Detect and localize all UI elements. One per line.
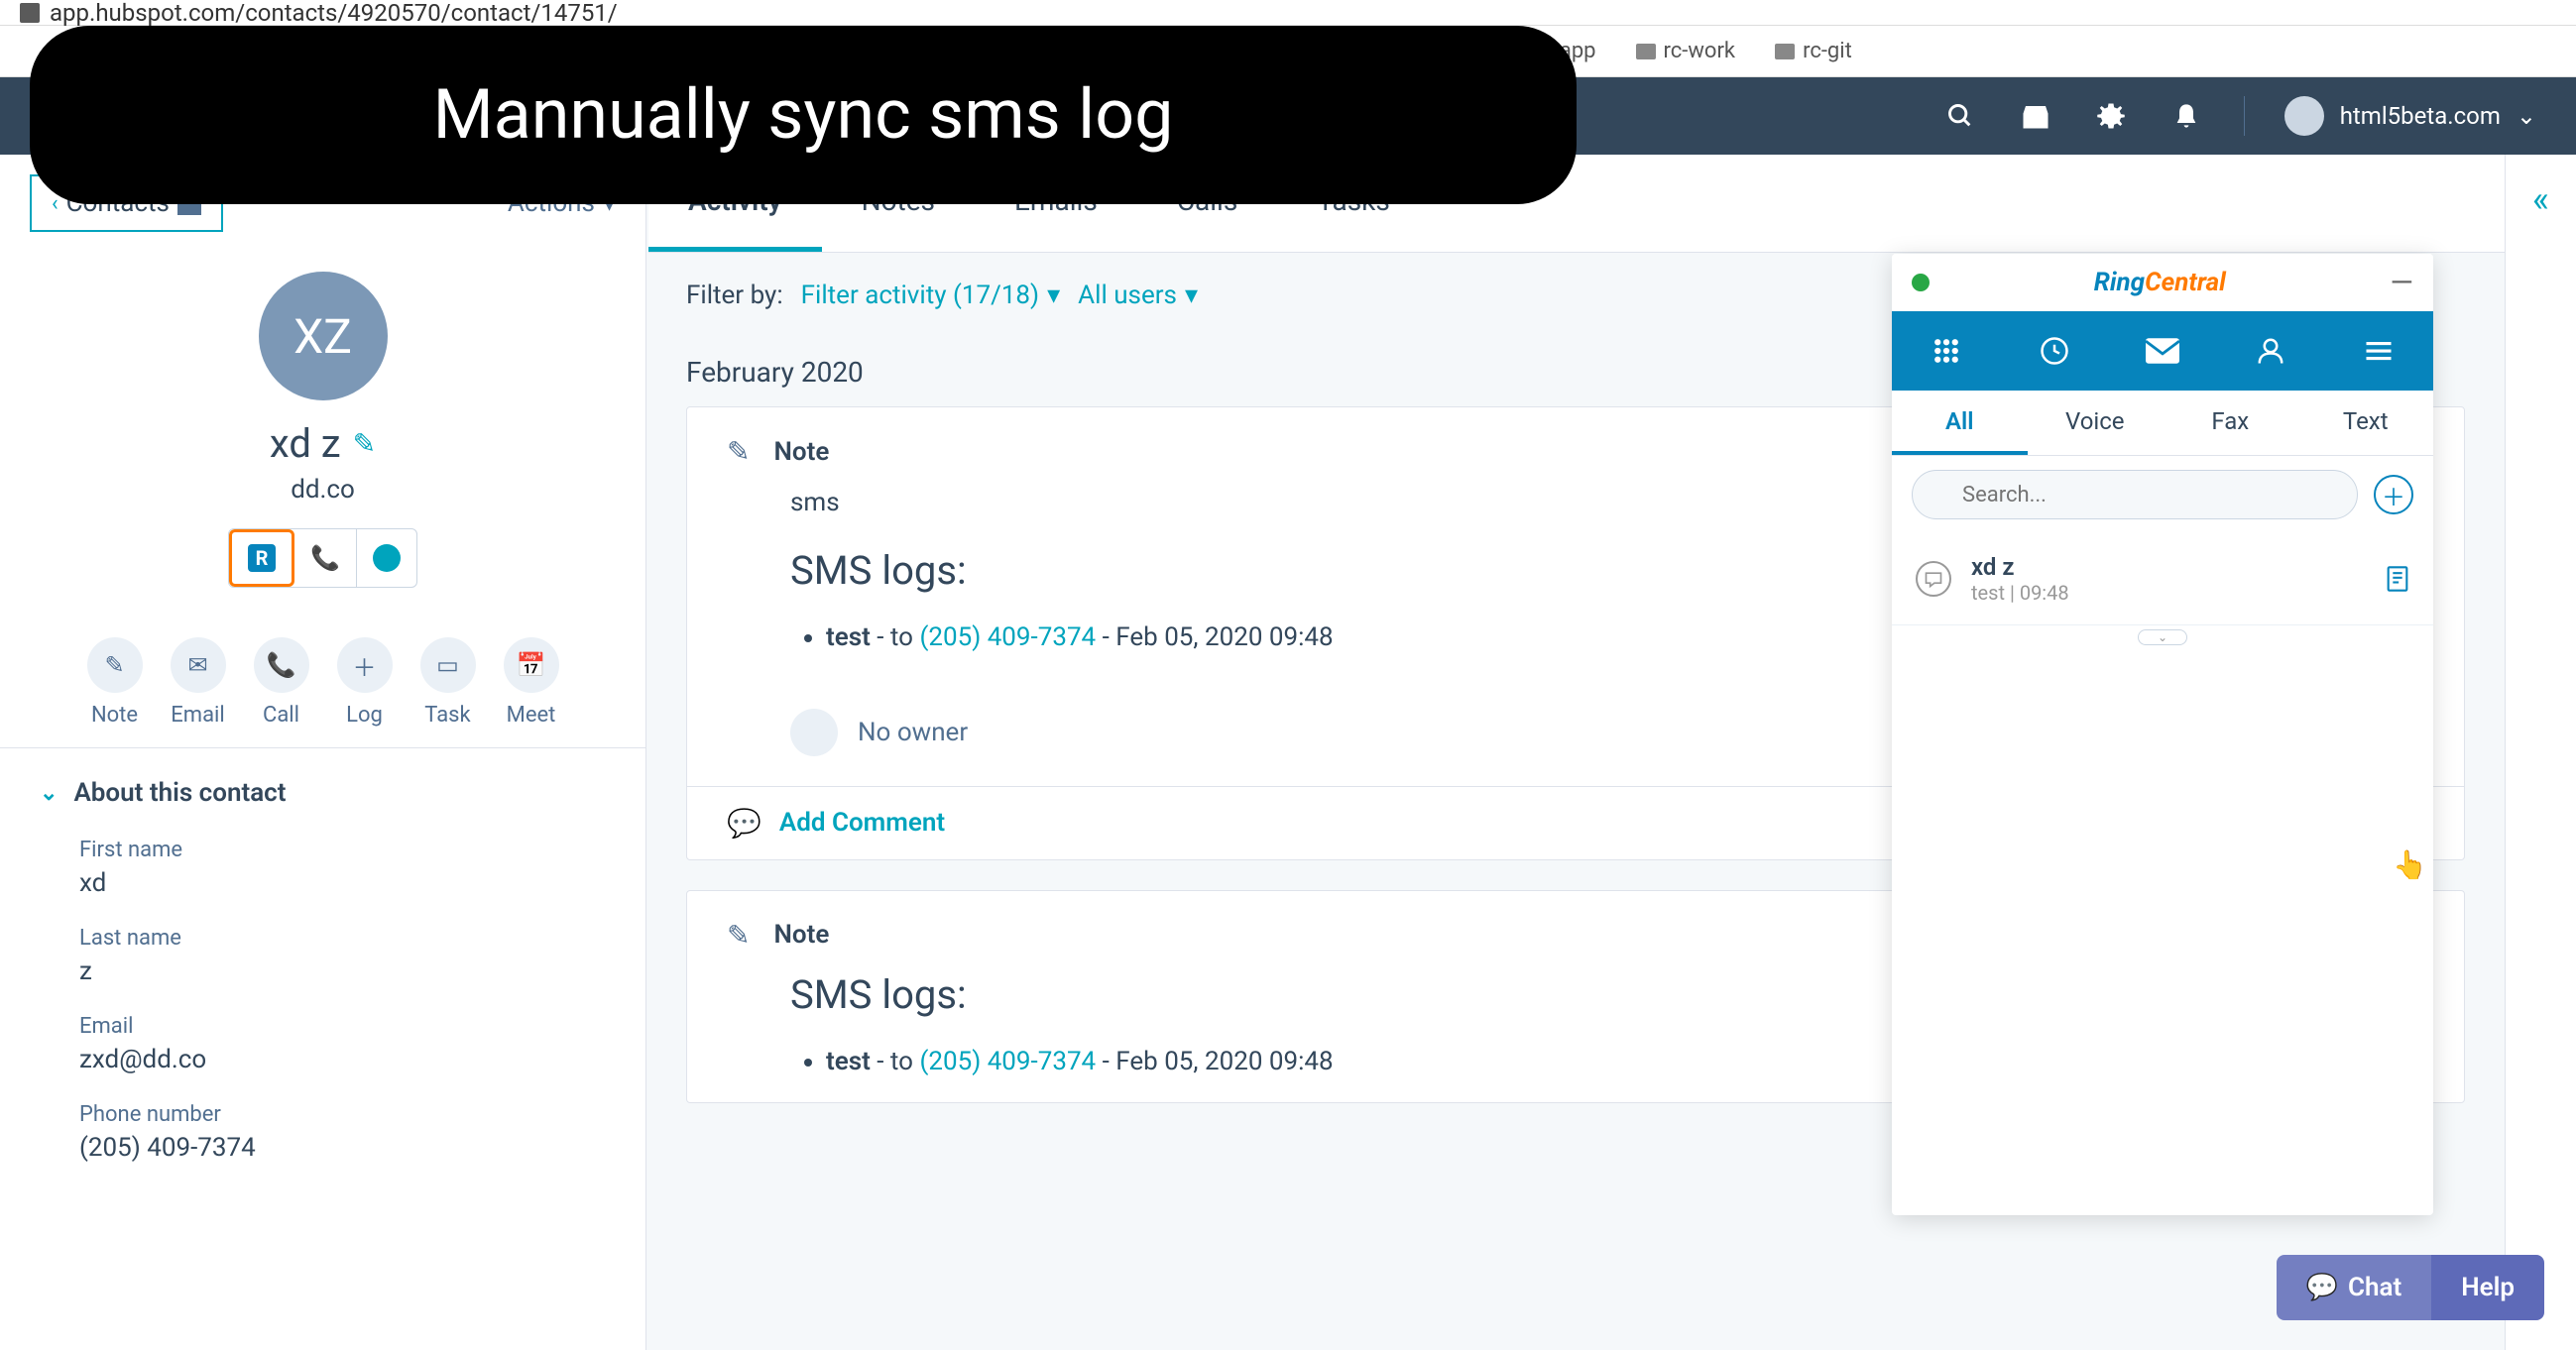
search-icon[interactable] bbox=[1942, 98, 1978, 134]
contact-company: dd.co bbox=[291, 475, 355, 505]
rc-tab-fax[interactable]: Fax bbox=[2163, 391, 2298, 455]
call-action[interactable]: 📞Call bbox=[254, 637, 309, 728]
owner-text: No owner bbox=[858, 718, 968, 747]
expand-handle[interactable]: ⌄ bbox=[1892, 625, 2433, 649]
meet-action[interactable]: 📅Meet bbox=[504, 637, 559, 728]
rc-message-item[interactable]: xd z test | 09:48 bbox=[1892, 533, 2433, 625]
phone-label: Phone number bbox=[79, 1102, 606, 1127]
phone-value[interactable]: (205) 409-7374 bbox=[79, 1133, 606, 1163]
last-name-label: Last name bbox=[79, 926, 606, 951]
quick-actions: ✎Note ✉Email 📞Call ＋Log ▭Task 📅Meet bbox=[0, 618, 645, 747]
rc-message-list: xd z test | 09:48 ⌄ bbox=[1892, 533, 2433, 1215]
ringcentral-badge[interactable]: R bbox=[229, 529, 294, 587]
compose-button[interactable]: ＋ bbox=[2374, 475, 2413, 514]
cursor-pointer: 👆 bbox=[2393, 848, 2427, 881]
comment-icon: 💬 bbox=[727, 807, 761, 840]
contact-avatar: XZ bbox=[259, 272, 388, 400]
bookmark-rc-work[interactable]: rc-work bbox=[1636, 39, 1736, 63]
email-value[interactable]: zxd@dd.co bbox=[79, 1045, 606, 1074]
edit-icon[interactable]: ✎ bbox=[353, 427, 376, 460]
chat-badge[interactable] bbox=[357, 529, 416, 587]
presence-indicator bbox=[1912, 274, 1930, 291]
url-text: app.hubspot.com/contacts/4920570/contact… bbox=[20, 0, 2556, 27]
note-icon: ✎ bbox=[727, 435, 750, 468]
filter-label: Filter by: bbox=[686, 281, 783, 310]
filter-users-dropdown[interactable]: All users ▾ bbox=[1078, 281, 1198, 310]
settings-icon[interactable] bbox=[2093, 98, 2129, 134]
task-action[interactable]: ▭Task bbox=[420, 637, 476, 728]
ringcentral-widget: RingCentral — bbox=[1892, 254, 2433, 1215]
avatar bbox=[2284, 96, 2324, 136]
caret-down-icon: ▾ bbox=[1047, 281, 1060, 310]
card-type: Note bbox=[773, 437, 829, 467]
owner-avatar bbox=[790, 709, 838, 756]
bookmark-rc-git[interactable]: rc-git bbox=[1775, 39, 1852, 63]
integration-badges: R 📞 bbox=[228, 528, 417, 588]
browser-address-bar: app.hubspot.com/contacts/4920570/contact… bbox=[0, 0, 2576, 26]
contact-name: xd z ✎ bbox=[270, 420, 376, 467]
email-action[interactable]: ✉Email bbox=[171, 637, 226, 728]
caret-down-icon: ▾ bbox=[1185, 281, 1198, 310]
menu-icon[interactable] bbox=[2325, 311, 2433, 391]
log-sms-icon[interactable] bbox=[2386, 565, 2409, 593]
last-name-value[interactable]: z bbox=[79, 956, 606, 986]
rc-nav-bar bbox=[1892, 311, 2433, 391]
rc-search-input[interactable] bbox=[1912, 470, 2358, 519]
chat-button[interactable]: 💬 Chat bbox=[2277, 1255, 2432, 1320]
caption-overlay: Mannually sync sms log bbox=[30, 26, 1577, 204]
phone-link[interactable]: (205) 409-7374 bbox=[919, 1047, 1096, 1076]
note-icon: ✎ bbox=[727, 919, 750, 952]
message-sender: xd z bbox=[1971, 553, 2366, 581]
dialpad-icon[interactable] bbox=[1892, 311, 2000, 391]
log-action[interactable]: ＋Log bbox=[337, 637, 393, 728]
contacts-icon[interactable] bbox=[2217, 311, 2325, 391]
about-contact-toggle[interactable]: ⌄ About this contact bbox=[40, 778, 606, 808]
activity-feed: Activity Notes Emails Calls Tasks Filter… bbox=[646, 155, 2505, 1350]
rc-tab-text[interactable]: Text bbox=[2298, 391, 2434, 455]
help-button[interactable]: Help bbox=[2431, 1255, 2544, 1320]
expand-sidebar-button[interactable]: « bbox=[2532, 178, 2549, 1350]
filter-activity-dropdown[interactable]: Filter activity (17/18) ▾ bbox=[801, 281, 1061, 310]
account-menu[interactable]: html5beta.com ⌄ bbox=[2284, 96, 2536, 136]
ringcentral-logo: RingCentral bbox=[2094, 268, 2226, 297]
right-sidebar-collapsed: « bbox=[2505, 155, 2576, 1350]
contact-sidebar: ‹ Contacts Actions ▾ XZ xd z ✎ dd.co R 📞 bbox=[0, 155, 646, 1350]
messages-icon[interactable] bbox=[2108, 311, 2216, 391]
history-icon[interactable] bbox=[2000, 311, 2108, 391]
rc-message-tabs: All Voice Fax Text bbox=[1892, 391, 2433, 456]
first-name-value[interactable]: xd bbox=[79, 868, 606, 898]
marketplace-icon[interactable] bbox=[2018, 98, 2053, 134]
note-action[interactable]: ✎Note bbox=[87, 637, 143, 728]
phone-link[interactable]: (205) 409-7374 bbox=[919, 622, 1096, 652]
message-preview: test | 09:48 bbox=[1971, 581, 2366, 605]
phone-badge[interactable]: 📞 bbox=[294, 529, 356, 587]
rc-tab-all[interactable]: All bbox=[1892, 391, 2028, 455]
rc-tab-voice[interactable]: Voice bbox=[2028, 391, 2164, 455]
help-widget: 💬 Chat Help bbox=[2277, 1255, 2544, 1320]
first-name-label: First name bbox=[79, 838, 606, 862]
notifications-icon[interactable] bbox=[2168, 98, 2204, 134]
email-label: Email bbox=[79, 1014, 606, 1039]
chat-bubble-icon: 💬 bbox=[2306, 1273, 2338, 1302]
minimize-button[interactable]: — bbox=[2391, 266, 2413, 300]
card-type: Note bbox=[773, 920, 829, 950]
chevron-down-icon: ⌄ bbox=[40, 781, 58, 806]
message-type-icon bbox=[1916, 561, 1951, 597]
chevron-down-icon: ⌄ bbox=[2517, 102, 2536, 130]
